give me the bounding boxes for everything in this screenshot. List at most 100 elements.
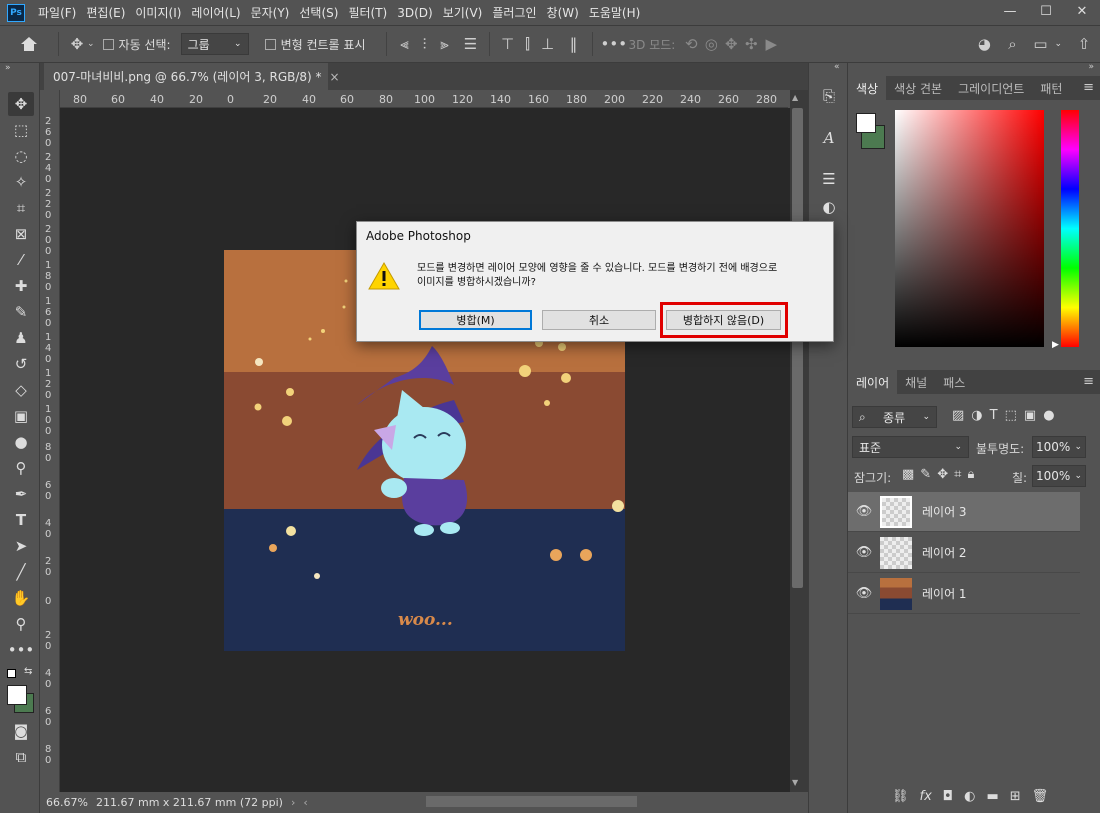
tab-color[interactable]: 색상	[848, 76, 887, 100]
zoom-tool-icon[interactable]: ⚲	[8, 612, 34, 636]
align-center-icon[interactable]: ⫶	[415, 35, 435, 53]
layer-row[interactable]: 👁︎ 레이어 1	[848, 574, 1080, 614]
minimize-button[interactable]: —	[992, 0, 1028, 22]
lock-all-icon[interactable]: 🔒︎	[967, 467, 974, 482]
adjustment-layer-icon[interactable]: ◐	[964, 789, 975, 804]
horizontal-scroll-thumb[interactable]	[426, 796, 637, 807]
fx-icon[interactable]: fx	[920, 789, 932, 804]
layer-filter-dropdown[interactable]: ⌕ 종류 ⌄	[852, 406, 937, 428]
magic-wand-tool-icon[interactable]: ✧	[8, 170, 34, 194]
collapse-icon[interactable]: »	[1088, 62, 1094, 72]
fill-field[interactable]: 100% ⌄	[1032, 465, 1086, 487]
align-middle-icon[interactable]: ⫿	[518, 35, 538, 53]
visibility-eye-icon[interactable]: 👁︎	[848, 545, 880, 560]
menu-3d[interactable]: 3D(D)	[392, 6, 437, 20]
lock-transparent-icon[interactable]: ▩	[902, 467, 914, 482]
scroll-up-icon[interactable]: ▲	[792, 93, 798, 102]
character-panel-icon[interactable]: A	[819, 128, 839, 148]
opacity-field[interactable]: 100% ⌄	[1032, 436, 1086, 458]
cancel-button[interactable]: 취소	[542, 310, 656, 330]
3d-pan-icon[interactable]: ✥	[721, 35, 741, 53]
foreground-color-swatch[interactable]	[856, 113, 876, 133]
type-tool-icon[interactable]: T	[8, 508, 34, 532]
tab-paths[interactable]: 패스	[935, 370, 973, 394]
merge-button[interactable]: 병합(M)	[419, 310, 532, 330]
tab-swatches[interactable]: 색상 견본	[886, 76, 950, 100]
shape-filter-icon[interactable]: ⬚	[1005, 408, 1017, 423]
auto-select-checkbox[interactable]	[102, 38, 114, 50]
menu-window[interactable]: 창(W)	[542, 4, 584, 21]
menu-help[interactable]: 도움말(H)	[584, 4, 646, 21]
gradient-tool-icon[interactable]: ▣	[8, 404, 34, 428]
eyedropper-tool-icon[interactable]: ⁄	[8, 248, 34, 272]
history-panel-icon[interactable]: ⎘	[819, 86, 839, 106]
panel-menu-icon[interactable]: ≡	[1083, 374, 1094, 389]
adjustment-filter-icon[interactable]: ◑	[971, 408, 982, 423]
menu-plugins[interactable]: 플러그인	[487, 4, 541, 21]
frame-tool-icon[interactable]: ⊠	[8, 222, 34, 246]
smart-object-filter-icon[interactable]: ▣	[1024, 408, 1036, 423]
tab-channels[interactable]: 채널	[897, 370, 935, 394]
hand-tool-icon[interactable]: ✋	[8, 586, 34, 610]
lasso-tool-icon[interactable]: ◌	[8, 144, 34, 168]
delete-layer-icon[interactable]: 🗑︎	[1032, 789, 1049, 804]
distribute-icon[interactable]: ☰	[461, 35, 481, 53]
quick-mask-icon[interactable]: ◙	[8, 719, 34, 743]
visibility-eye-icon[interactable]: 👁︎	[848, 586, 880, 601]
swap-colors-icon[interactable]: ⇆	[24, 666, 32, 677]
line-tool-icon[interactable]: ╱	[8, 560, 34, 584]
menu-select[interactable]: 선택(S)	[294, 4, 343, 21]
pixel-filter-icon[interactable]: ▨	[952, 408, 964, 423]
crop-tool-icon[interactable]: ⌗	[8, 196, 34, 220]
marquee-tool-icon[interactable]: ⬚	[8, 118, 34, 142]
eraser-tool-icon[interactable]: ◇	[8, 378, 34, 402]
3d-scale-icon[interactable]: ▶	[761, 35, 781, 53]
maximize-button[interactable]: ☐	[1028, 0, 1064, 22]
workspace-icon[interactable]: ▭	[1030, 35, 1050, 53]
layer-row[interactable]: 👁︎ 레이어 3	[848, 492, 1080, 532]
3d-roll-icon[interactable]: ◎	[701, 35, 721, 53]
home-icon[interactable]	[20, 36, 38, 52]
distribute-vertical-icon[interactable]: ‖	[564, 35, 584, 53]
path-selection-tool-icon[interactable]: ➤	[8, 534, 34, 558]
new-layer-icon[interactable]: ⊞	[1010, 789, 1021, 804]
visibility-eye-icon[interactable]: 👁︎	[848, 504, 880, 519]
new-group-icon[interactable]: ▬	[986, 789, 998, 804]
lock-pixels-icon[interactable]: ✎	[920, 467, 931, 482]
chevron-down-icon[interactable]: ⌄	[87, 39, 95, 49]
scroll-down-icon[interactable]: ▼	[792, 778, 798, 787]
blend-mode-dropdown[interactable]: 표준 ⌄	[852, 436, 969, 458]
chevron-down-icon[interactable]: ⌄	[1054, 39, 1062, 49]
tab-patterns[interactable]: 패턴	[1032, 76, 1070, 100]
adjustments-panel-icon[interactable]: ◐	[819, 197, 839, 217]
healing-brush-tool-icon[interactable]: ✚	[8, 274, 34, 298]
screen-mode-icon[interactable]: ⧉	[8, 745, 34, 769]
add-mask-icon[interactable]: ◘	[943, 789, 953, 804]
vertical-scroll-thumb[interactable]	[792, 108, 803, 588]
close-tab-icon[interactable]: ×	[330, 70, 340, 84]
edit-toolbar-icon[interactable]: •••	[8, 638, 35, 662]
menu-filter[interactable]: 필터(T)	[343, 4, 392, 21]
menu-type[interactable]: 문자(Y)	[246, 4, 295, 21]
transform-controls-checkbox[interactable]	[264, 38, 276, 50]
zoom-level[interactable]: 66.67%	[40, 796, 90, 809]
3d-orbit-icon[interactable]: ⟲	[681, 35, 701, 53]
align-right-icon[interactable]: ⫸	[435, 35, 455, 53]
filter-toggle-icon[interactable]: ●	[1043, 408, 1054, 423]
history-brush-tool-icon[interactable]: ↺	[8, 352, 34, 376]
align-left-icon[interactable]: ⫷	[395, 35, 415, 53]
pen-tool-icon[interactable]: ✒	[8, 482, 34, 506]
menu-layer[interactable]: 레이어(L)	[186, 4, 245, 21]
align-bottom-icon[interactable]: ⊥	[538, 35, 558, 53]
more-options-icon[interactable]: •••	[601, 35, 628, 53]
type-filter-icon[interactable]: T	[990, 408, 998, 423]
menu-view[interactable]: 보기(V)	[438, 4, 488, 21]
share-user-icon[interactable]: ◕	[974, 35, 994, 53]
brush-tool-icon[interactable]: ✎	[8, 300, 34, 324]
lock-position-icon[interactable]: ✥	[937, 467, 948, 482]
menu-edit[interactable]: 편집(E)	[81, 4, 130, 21]
collapse-icon[interactable]: »	[5, 63, 11, 73]
close-window-button[interactable]: ✕	[1064, 0, 1100, 22]
tab-layers[interactable]: 레이어	[848, 370, 898, 394]
share-icon[interactable]: ⇧	[1074, 35, 1094, 53]
